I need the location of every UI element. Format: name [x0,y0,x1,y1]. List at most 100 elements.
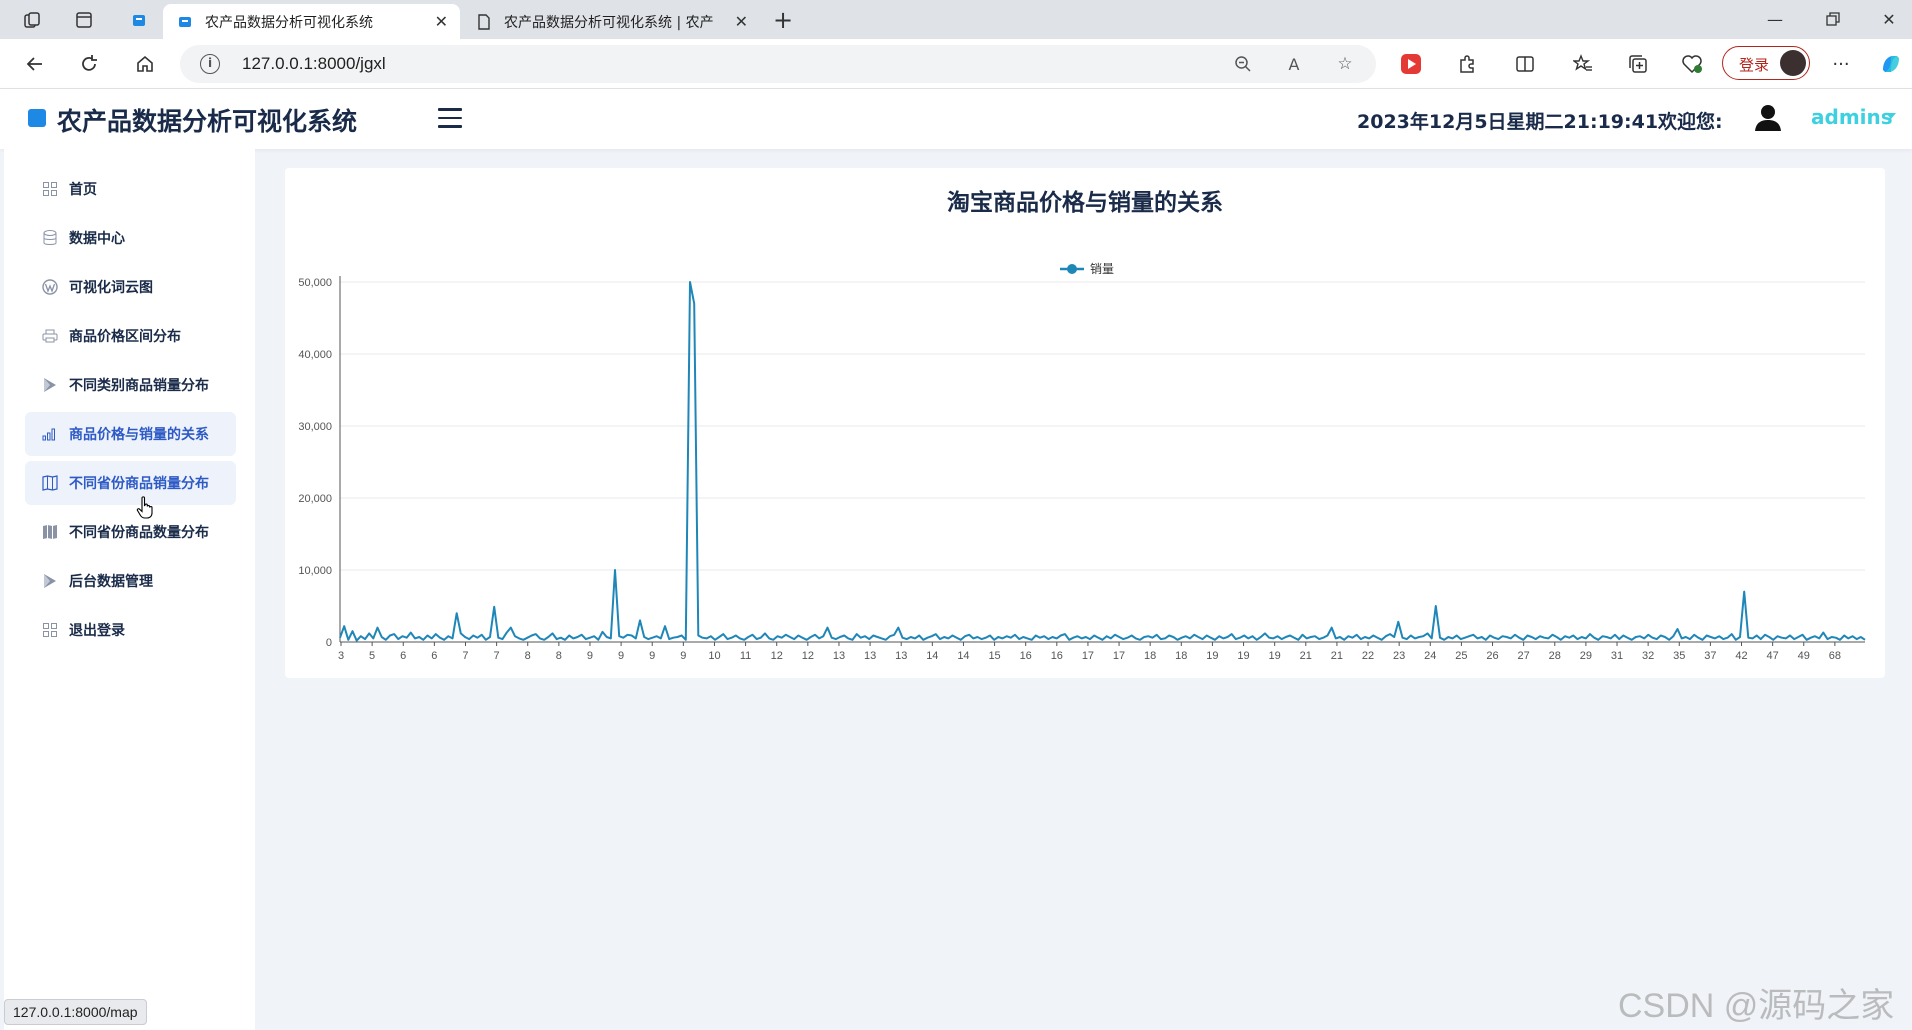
user-icon[interactable] [1754,103,1782,133]
profile-login-button[interactable]: 登录 [1722,46,1810,80]
sidebar-item-category-sales[interactable]: 不同类别商品销量分布 [25,363,236,407]
sidebar-item-label: 可视化词云图 [69,280,153,296]
sidebar-item-label: 不同省份商品数量分布 [69,525,209,541]
menu-toggle-icon[interactable] [438,108,462,128]
pinned-tab-favicon-icon[interactable] [127,8,151,32]
home-icon[interactable] [132,51,158,77]
username-dropdown[interactable]: admins [1811,105,1893,129]
current-datetime: 2023年12月5日星期二21:19:41 [1357,111,1659,133]
legend-label: 销量 [1090,262,1114,276]
close-window-icon[interactable]: ✕ [1866,6,1912,32]
x-tick-label: 5 [369,650,375,662]
video-extension-icon[interactable] [1398,51,1424,77]
tab-inactive[interactable]: 农产品数据分析可视化系统 | 农产 ✕ [462,4,760,39]
browser-essentials-icon[interactable] [1679,51,1705,77]
read-aloud-icon[interactable]: A [1283,53,1305,75]
x-tick-label: 19 [1206,650,1218,662]
document-icon [476,13,492,30]
x-tick-label: 3 [338,650,344,662]
x-tick-label: 13 [864,650,876,662]
x-tick-label: 8 [525,650,531,662]
sidebar-item-logout[interactable]: 退出登录 [25,608,236,652]
grid-icon [41,180,59,198]
x-tick-label: 68 [1829,650,1841,662]
x-tick-label: 12 [802,650,814,662]
welcome-text: 欢迎您: [1658,111,1723,133]
x-tick-label: 9 [618,650,624,662]
x-tick-label: 19 [1269,650,1281,662]
x-tick-label: 10 [708,650,720,662]
sidebar-item-home[interactable]: 首页 [25,167,236,211]
sidebar-item-label: 退出登录 [69,623,125,639]
x-tick-label: 23 [1393,650,1405,662]
back-icon[interactable] [22,51,48,77]
close-tab-icon[interactable]: ✕ [435,12,448,31]
sidebar-item-word-cloud[interactable]: 可视化词云图 [25,265,236,309]
app-header: 农产品数据分析可视化系统 2023年12月5日星期二21:19:41 欢迎您: … [0,89,1912,149]
sidebar-item-label: 不同省份商品销量分布 [69,476,209,492]
chart-legend: 销量 [1060,262,1114,276]
x-tick-label: 13 [895,650,907,662]
x-tick-label: 7 [494,650,500,662]
sidebar-item-province-count[interactable]: 不同省份商品数量分布 [25,510,236,554]
sidebar-item-price-range[interactable]: 商品价格区间分布 [25,314,236,358]
brand-logo-icon [28,109,46,127]
new-tab-icon[interactable]: + [771,6,795,34]
sidebar-item-label: 商品价格与销量的关系 [69,427,209,443]
play-icon [41,376,59,394]
hand-cursor-icon [136,496,153,519]
x-tick-label: 17 [1082,650,1094,662]
copilot-icon[interactable] [1878,51,1904,77]
zoom-icon[interactable] [1232,53,1254,75]
sidebar-item-price-sales-relation[interactable]: 商品价格与销量的关系 [25,412,236,456]
x-tick-label: 11 [740,650,751,662]
x-tick-label: 49 [1798,650,1810,662]
printer-icon [41,327,59,345]
restore-icon[interactable] [1810,6,1856,32]
split-screen-icon[interactable] [1512,51,1538,77]
workspaces-icon[interactable] [20,8,44,32]
address-bar[interactable]: i 127.0.0.1:8000/jgxl A ☆ [180,45,1376,83]
x-tick-label: 14 [926,650,938,662]
extensions-icon[interactable] [1454,51,1480,77]
x-tick-label: 47 [1767,650,1779,662]
bar-chart-icon [41,425,59,443]
sidebar-item-label: 数据中心 [69,231,125,247]
sidebar-item-admin-data[interactable]: 后台数据管理 [25,559,236,603]
chart-axes: 010,00020,00030,00040,00050,0003 5 6 6 7 7 8 8 9… [298,276,1865,662]
x-tick-label: 9 [649,650,655,662]
favorites-icon[interactable] [1570,51,1596,77]
favorite-star-icon[interactable]: ☆ [1334,53,1356,75]
tab-actions-icon[interactable] [72,8,96,32]
x-tick-label: 7 [462,650,468,662]
sidebar-item-province-sales[interactable]: 不同省份商品销量分布 [25,461,236,505]
x-tick-label: 24 [1424,650,1436,662]
x-tick-label: 9 [587,650,593,662]
wordpress-icon [41,278,59,296]
collections-icon[interactable] [1625,51,1651,77]
tab-title: 农产品数据分析可视化系统 [205,14,373,31]
y-tick-label: 20,000 [298,493,332,505]
x-tick-label: 32 [1642,650,1654,662]
close-tab-icon[interactable]: ✕ [735,12,748,31]
url-text[interactable]: 127.0.0.1:8000/jgxl [242,54,386,74]
x-tick-label: 12 [771,650,783,662]
site-info-icon[interactable]: i [200,54,220,74]
x-tick-label: 37 [1704,650,1716,662]
x-tick-label: 8 [556,650,562,662]
more-options-icon[interactable]: ··· [1828,51,1854,77]
minimize-icon[interactable]: — [1752,6,1798,32]
sidebar-item-data-center[interactable]: 数据中心 [25,216,236,260]
x-tick-label: 18 [1144,650,1156,662]
line-chart[interactable]: 010,00020,00030,00040,00050,0003 5 6 6 7 7 8 8 9… [285,168,1885,678]
x-tick-label: 13 [833,650,845,662]
tab-active[interactable]: 农产品数据分析可视化系统 ✕ [163,4,460,39]
refresh-icon[interactable] [76,51,102,77]
x-tick-label: 16 [1020,650,1032,662]
chevron-down-icon[interactable] [1886,113,1896,119]
app-title: 农产品数据分析可视化系统 [57,107,358,136]
x-tick-label: 27 [1518,650,1530,662]
y-tick-label: 0 [326,637,332,649]
login-label: 登录 [1739,56,1770,74]
y-tick-label: 40,000 [298,349,332,361]
